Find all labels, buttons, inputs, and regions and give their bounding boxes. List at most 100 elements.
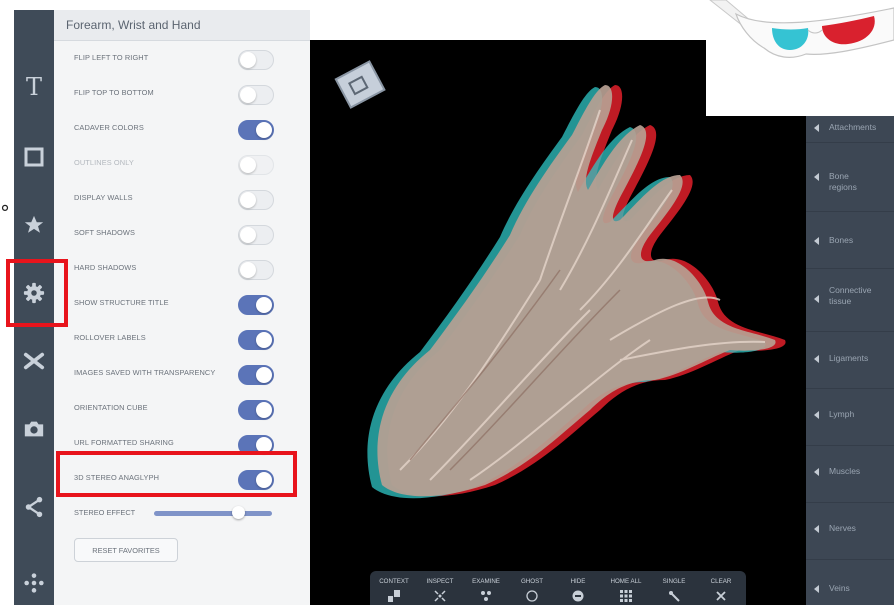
camera-icon	[24, 421, 44, 437]
chevron-left-icon	[814, 124, 819, 132]
setting-rollover-labels[interactable]: ROLLOVER LABELS	[54, 324, 310, 354]
settings-panel: Forearm, Wrist and Hand FLIP LEFT TO RIG…	[54, 10, 310, 605]
move-tool-button[interactable]	[14, 563, 54, 603]
degree-mark: °	[0, 201, 10, 225]
setting-label: HARD SHADOWS	[74, 263, 137, 272]
toggle-switch[interactable]	[238, 365, 274, 385]
toggle-switch[interactable]	[238, 330, 274, 350]
context-icon	[388, 590, 400, 602]
anaglyph-glasses-image	[706, 0, 894, 116]
toggle-switch[interactable]	[238, 225, 274, 245]
highlight-anaglyph-setting	[56, 451, 297, 497]
home-all-icon	[620, 590, 632, 602]
setting-label: ORIENTATION CUBE	[74, 403, 148, 412]
panel-header: Forearm, Wrist and Hand	[54, 10, 310, 41]
setting-flip-left-right[interactable]: FLIP LEFT TO RIGHT	[54, 44, 310, 74]
text-icon: T	[25, 73, 42, 101]
move-icon	[24, 573, 44, 593]
stereo-effect-label: STEREO EFFECT	[74, 508, 136, 517]
setting-label: DISPLAY WALLS	[74, 193, 133, 202]
inspect-icon	[434, 590, 446, 602]
layer-muscles[interactable]: Muscles	[806, 446, 894, 503]
reset-favorites-button[interactable]: RESET FAVORITES	[74, 538, 178, 562]
square-tool-button[interactable]	[14, 137, 54, 177]
context-button[interactable]: CONTEXT	[372, 571, 416, 605]
chevron-left-icon	[814, 411, 819, 419]
setting-label: URL FORMATTED SHARING	[74, 438, 174, 447]
chevron-left-icon	[814, 468, 819, 476]
share-icon	[25, 496, 43, 518]
setting-soft-shadows[interactable]: SOFT SHADOWS	[54, 219, 310, 249]
camera-tool-button[interactable]	[14, 409, 54, 449]
3d-glasses-icon	[709, 0, 894, 58]
setting-hard-shadows[interactable]: HARD SHADOWS	[54, 254, 310, 284]
square-icon	[24, 147, 44, 167]
setting-orientation-cube[interactable]: ORIENTATION CUBE	[54, 394, 310, 424]
chevron-left-icon	[814, 525, 819, 533]
chevron-left-icon	[814, 173, 819, 181]
ghost-icon	[526, 590, 538, 602]
hide-icon	[572, 590, 584, 602]
single-icon	[669, 591, 680, 602]
highlight-settings-icon	[6, 259, 68, 327]
layer-lymph[interactable]: Lymph	[806, 389, 894, 446]
setting-label: FLIP TOP TO BOTTOM	[74, 88, 154, 97]
toggle-switch[interactable]	[238, 50, 274, 70]
toggle-switch[interactable]	[238, 85, 274, 105]
toggle-switch[interactable]	[238, 120, 274, 140]
setting-label: OUTLINES ONLY	[74, 158, 134, 167]
bottom-toolbar: CONTEXT INSPECT EXAMINE GHOST HIDE HOME …	[370, 571, 746, 605]
layer-attachments[interactable]: Attachments	[806, 113, 894, 143]
chevron-left-icon	[814, 295, 819, 303]
toggle-switch[interactable]	[238, 190, 274, 210]
ghost-button[interactable]: GHOST	[510, 571, 554, 605]
layer-ligaments[interactable]: Ligaments	[806, 332, 894, 389]
chevron-left-icon	[814, 585, 819, 593]
single-button[interactable]: SINGLE	[652, 571, 696, 605]
layer-bone-regions[interactable]: Bone regions	[806, 143, 894, 212]
toggle-switch[interactable]	[238, 260, 274, 280]
favorites-tool-button[interactable]	[14, 205, 54, 245]
examine-icon	[481, 591, 491, 601]
setting-label: CADAVER COLORS	[74, 123, 144, 132]
scissors-icon	[23, 352, 45, 370]
layer-nerves[interactable]: Nerves	[806, 503, 894, 560]
text-tool-button[interactable]: T	[14, 67, 54, 107]
slider-thumb[interactable]	[232, 506, 246, 519]
setting-label: SHOW STRUCTURE TITLE	[74, 298, 169, 307]
clear-icon	[716, 591, 726, 601]
dissect-tool-button[interactable]	[14, 341, 54, 381]
stereo-effect-slider[interactable]	[154, 511, 272, 516]
3d-viewport[interactable]	[310, 40, 806, 605]
layer-bones[interactable]: Bones	[806, 212, 894, 269]
setting-label: FLIP LEFT TO RIGHT	[74, 53, 149, 62]
home-all-button[interactable]: HOME ALL	[602, 571, 650, 605]
share-tool-button[interactable]	[14, 487, 54, 527]
setting-display-walls[interactable]: DISPLAY WALLS	[54, 184, 310, 214]
toggle-switch[interactable]	[238, 400, 274, 420]
setting-cadaver-colors[interactable]: CADAVER COLORS	[54, 114, 310, 144]
star-icon	[24, 215, 44, 233]
setting-images-transparency[interactable]: IMAGES SAVED WITH TRANSPARENCY	[54, 359, 310, 389]
setting-label: ROLLOVER LABELS	[74, 333, 146, 342]
inspect-button[interactable]: INSPECT	[418, 571, 462, 605]
toggle-switch[interactable]	[238, 295, 274, 315]
clear-button[interactable]: CLEAR	[698, 571, 744, 605]
examine-button[interactable]: EXAMINE	[464, 571, 508, 605]
stereo-effect-row: STEREO EFFECT	[54, 501, 310, 523]
orientation-cube-icon[interactable]	[334, 60, 386, 109]
setting-outlines-only: OUTLINES ONLY	[54, 149, 310, 179]
setting-show-structure-title[interactable]: SHOW STRUCTURE TITLE	[54, 289, 310, 319]
layer-veins[interactable]: Veins	[806, 560, 894, 605]
setting-label: IMAGES SAVED WITH TRANSPARENCY	[74, 368, 216, 377]
layers-sidebar: Attachments Bone regions Bones Connectiv…	[806, 113, 894, 605]
setting-label: SOFT SHADOWS	[74, 228, 136, 237]
toggle-switch	[238, 155, 274, 175]
chevron-left-icon	[814, 237, 819, 245]
hide-button[interactable]: HIDE	[556, 571, 600, 605]
structure-title: Forearm, Wrist and Hand	[66, 18, 201, 32]
chevron-left-icon	[814, 355, 819, 363]
hand-anaglyph-render	[334, 60, 786, 499]
layer-connective-tissue[interactable]: Connective tissue	[806, 269, 894, 332]
setting-flip-top-bottom[interactable]: FLIP TOP TO BOTTOM	[54, 79, 310, 109]
